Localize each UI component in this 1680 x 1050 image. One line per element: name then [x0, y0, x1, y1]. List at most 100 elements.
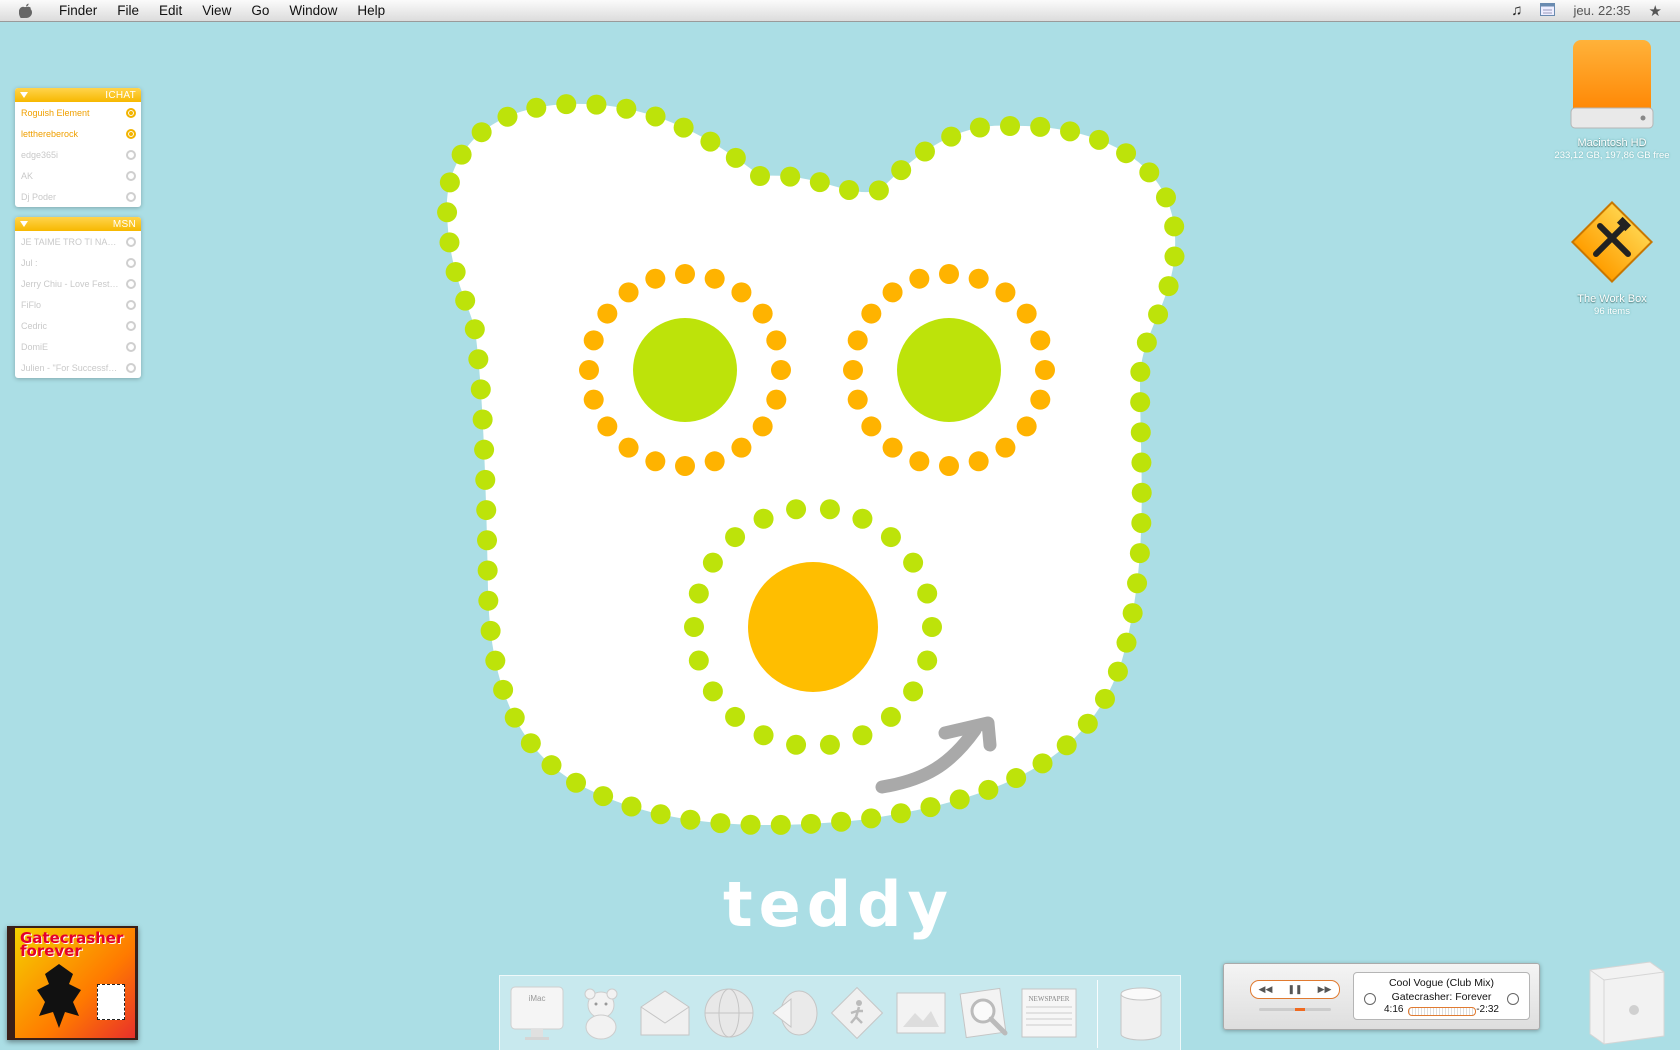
- dock-internet-icon[interactable]: [700, 984, 758, 1042]
- imac-label: iMac: [529, 994, 546, 1003]
- outline-dot: [445, 261, 466, 282]
- ring-dot: [688, 650, 709, 671]
- outline-dot: [616, 98, 637, 119]
- ring-dot: [861, 416, 882, 437]
- dock-imac-icon[interactable]: iMac: [508, 984, 566, 1042]
- outline-dot: [470, 379, 491, 400]
- outline-dot: [1077, 713, 1098, 734]
- ring-dot: [968, 268, 989, 289]
- dock-newspaper-icon[interactable]: NEWSPAPER: [1020, 984, 1078, 1042]
- elapsed-time: 4:16: [1384, 1004, 1404, 1015]
- ring-dot: [880, 706, 901, 727]
- ring-dot: [645, 268, 666, 289]
- ring-dot: [688, 583, 709, 604]
- outline-dot: [978, 779, 999, 800]
- ring-dot: [852, 508, 873, 529]
- outline-dot: [914, 141, 935, 162]
- ring-dot: [852, 725, 873, 746]
- album-title-line2: forever: [20, 942, 82, 960]
- volume-slider[interactable]: [1259, 1008, 1331, 1011]
- macintosh-hd-icon[interactable]: Macintosh HD 233,12 GB, 197,86 GB free: [1552, 36, 1672, 162]
- nose: [748, 562, 878, 692]
- outline-dot: [891, 160, 912, 181]
- pause-icon[interactable]: ❚❚: [1287, 984, 1302, 995]
- ring-dot: [702, 681, 723, 702]
- ring-dot: [880, 527, 901, 548]
- outline-dot: [1139, 162, 1160, 183]
- ring-dot: [766, 330, 787, 351]
- track-album: Gatecrasher: Forever: [1391, 991, 1492, 1003]
- outline-dot: [1032, 753, 1053, 774]
- outline-dot: [439, 232, 460, 253]
- ring-dot: [618, 282, 639, 303]
- ring-dot: [819, 734, 840, 755]
- outline-dot: [1089, 129, 1110, 150]
- ring-dot: [597, 416, 618, 437]
- outline-dot: [1122, 603, 1143, 624]
- outline-dot: [472, 409, 493, 430]
- volume-slider-thumb[interactable]: [1295, 1008, 1305, 1011]
- outline-dot: [520, 733, 541, 754]
- outline-dot: [541, 755, 562, 776]
- outline-dot: [1130, 392, 1151, 413]
- fast-forward-icon[interactable]: ▶▶: [1318, 984, 1332, 995]
- ring-dot: [702, 552, 723, 573]
- ring-dot: [725, 527, 746, 548]
- album-art: Gatecrasher forever: [15, 928, 135, 1038]
- outline-dot: [437, 202, 458, 223]
- track-progress-bar[interactable]: [1408, 1007, 1476, 1016]
- dock-photos-icon[interactable]: [892, 984, 950, 1042]
- outline-dot: [566, 772, 587, 793]
- dock-teddy-icon[interactable]: [572, 984, 630, 1042]
- outline-dot: [477, 560, 498, 581]
- outline-dot: [725, 147, 746, 168]
- dock-mail-icon[interactable]: [636, 984, 694, 1042]
- ring-dot: [843, 360, 863, 380]
- ring-dot: [786, 734, 807, 755]
- outline-dot: [800, 813, 821, 834]
- outline-dot: [941, 126, 962, 147]
- outline-dot: [526, 97, 547, 118]
- ring-dot: [995, 282, 1016, 303]
- transport-controls: ◀◀ ❚❚ ▶▶: [1250, 980, 1340, 999]
- outline-dot: [1116, 632, 1137, 653]
- ring-dot: [579, 360, 599, 380]
- outline-dot: [468, 349, 489, 370]
- ring-dot: [675, 456, 695, 476]
- teddy-face: [446, 103, 1176, 825]
- ring-dot: [922, 617, 942, 637]
- outline-dot: [455, 290, 476, 311]
- ring-dot: [1030, 389, 1051, 410]
- outline-dot: [477, 530, 498, 551]
- outline-dot: [969, 117, 990, 138]
- outline-dot: [478, 590, 499, 611]
- white-cube-icon[interactable]: [1580, 956, 1668, 1046]
- outline-dot: [1131, 512, 1152, 533]
- album-cover-widget[interactable]: Gatecrasher forever: [7, 926, 138, 1040]
- outline-dot: [1127, 573, 1148, 594]
- dock-search-icon[interactable]: [956, 984, 1014, 1042]
- left-eye: [633, 318, 737, 422]
- ring-dot: [771, 360, 791, 380]
- ring-dot: [583, 330, 604, 351]
- outline-dot: [480, 620, 501, 641]
- ring-dot: [753, 725, 774, 746]
- ring-dot: [882, 282, 903, 303]
- outline-dot: [475, 469, 496, 490]
- dock-activity-icon[interactable]: [828, 984, 886, 1042]
- dock-disks-icon[interactable]: [1112, 984, 1170, 1042]
- rewind-icon[interactable]: ◀◀: [1259, 984, 1273, 995]
- outline-dot: [1094, 688, 1115, 709]
- work-box-icon[interactable]: The Work Box 96 items: [1552, 196, 1672, 318]
- outline-dot: [920, 797, 941, 818]
- outline-dot: [439, 172, 460, 193]
- ring-dot: [583, 389, 604, 410]
- repeat-icon[interactable]: [1507, 993, 1519, 1005]
- outline-dot: [750, 166, 770, 186]
- outline-dot: [1030, 116, 1051, 137]
- dock-music-icon[interactable]: [764, 984, 822, 1042]
- outline-dot: [451, 144, 472, 165]
- outline-dot: [621, 796, 642, 817]
- outline-dot: [949, 789, 970, 810]
- ring-dot: [1016, 303, 1037, 324]
